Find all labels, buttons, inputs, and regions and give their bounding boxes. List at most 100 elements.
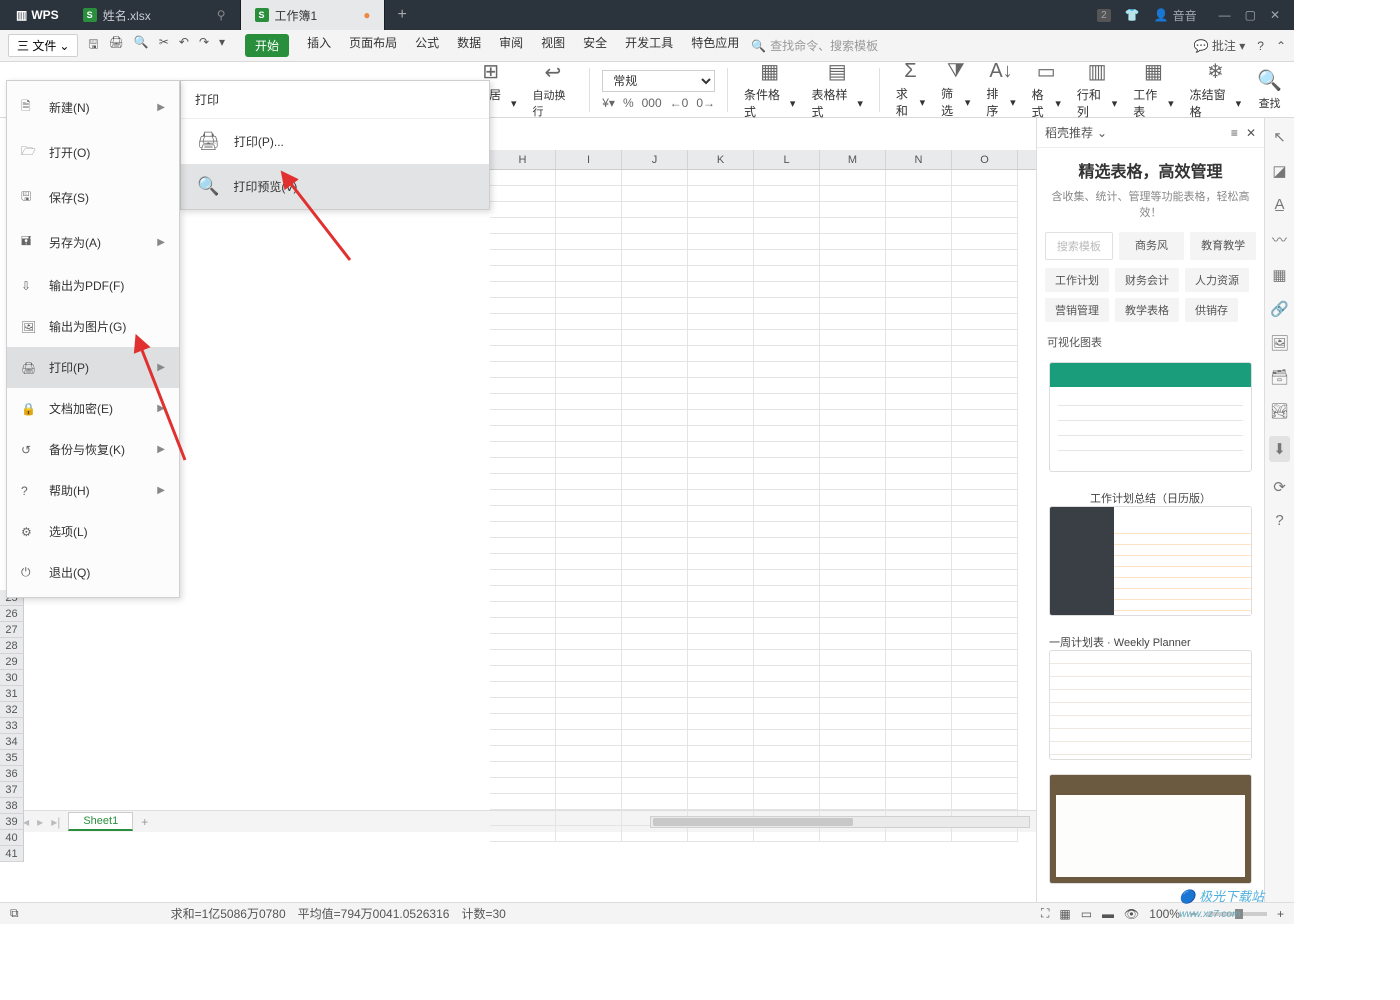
worksheet-button[interactable]: ▦工作表 ▾ xyxy=(1129,59,1177,120)
column-header[interactable]: O xyxy=(952,150,1018,169)
image-icon[interactable]: 🖼 xyxy=(1270,334,1289,352)
template-tag[interactable]: 人力资源 xyxy=(1185,268,1249,292)
font-icon[interactable]: A̲ xyxy=(1274,196,1284,213)
help-icon[interactable]: ? xyxy=(1275,512,1283,529)
horizontal-scrollbar[interactable] xyxy=(650,816,1030,828)
percent-icon[interactable]: % xyxy=(623,96,634,110)
sparkline-icon[interactable]: 〰 xyxy=(1272,229,1287,250)
shape-icon[interactable]: ◪ xyxy=(1272,162,1286,180)
inc-decimal-icon[interactable]: ←0 xyxy=(670,96,689,110)
file-menu-item[interactable]: 🗎新建(N)▶ xyxy=(7,85,179,130)
tp-tab-business[interactable]: 商务风 xyxy=(1119,232,1185,260)
row-header[interactable]: 31 xyxy=(0,686,24,702)
file-menu-item[interactable]: 🖫保存(S) xyxy=(7,175,179,220)
format-button[interactable]: ▭格式 ▾ xyxy=(1028,59,1065,120)
file-menu-item[interactable]: ?帮助(H)▶ xyxy=(7,470,179,511)
minimize-button[interactable]: — xyxy=(1219,8,1231,22)
tab-devtools[interactable]: 开发工具 xyxy=(625,34,673,57)
file-menu-item[interactable]: ↺备份与恢复(K)▶ xyxy=(7,429,179,470)
tab-data[interactable]: 数据 xyxy=(457,34,481,57)
notification-badge[interactable]: 2 xyxy=(1097,9,1111,22)
sort-button[interactable]: A↓排序 ▾ xyxy=(982,60,1019,119)
chevron-down-icon[interactable]: ⌄ xyxy=(1097,126,1107,140)
column-header[interactable]: I xyxy=(556,150,622,169)
template-tag[interactable]: 营销管理 xyxy=(1045,298,1109,322)
submenu-item[interactable]: 🖨打印(P)... xyxy=(181,119,489,164)
row-header[interactable]: 28 xyxy=(0,638,24,654)
download-icon[interactable]: ⬇ xyxy=(1269,436,1290,462)
freeze-button[interactable]: ❄冻结窗格 ▾ xyxy=(1186,59,1246,120)
redo-icon[interactable]: ↷ xyxy=(199,35,209,56)
tab-review[interactable]: 审阅 xyxy=(499,34,523,57)
sheet-nav-prev[interactable]: ◂ xyxy=(23,815,29,829)
template-thumb-1[interactable] xyxy=(1049,506,1252,616)
sheet-tab[interactable]: Sheet1 xyxy=(68,812,133,831)
row-header[interactable]: 33 xyxy=(0,718,24,734)
tab-start[interactable]: 开始 xyxy=(245,34,289,57)
table-icon[interactable]: ▦ xyxy=(1272,266,1286,284)
column-header[interactable]: M xyxy=(820,150,886,169)
add-tab-button[interactable]: + xyxy=(385,6,418,24)
zoom-in-icon[interactable]: + xyxy=(1277,907,1284,921)
zoom-slider[interactable] xyxy=(1207,912,1267,916)
cond-format-button[interactable]: ▦条件格式 ▾ xyxy=(740,59,800,120)
comment-button[interactable]: 💬 批注 ▾ xyxy=(1194,37,1246,54)
save-icon[interactable]: 🖫 xyxy=(88,35,98,56)
row-header[interactable]: 35 xyxy=(0,750,24,766)
tab-special[interactable]: 特色应用 xyxy=(691,34,739,57)
doc-tab-0[interactable]: S 姓名.xlsx ⚲ xyxy=(69,0,241,30)
add-sheet-button[interactable]: + xyxy=(141,815,148,829)
print-icon[interactable]: 🖨 xyxy=(109,35,124,56)
help-button[interactable]: ? xyxy=(1257,39,1264,53)
tab-insert[interactable]: 插入 xyxy=(307,34,331,57)
close-button[interactable]: ✕ xyxy=(1270,8,1280,22)
template-thumb-0[interactable] xyxy=(1049,362,1252,472)
rowcol-button[interactable]: ▥行和列 ▾ xyxy=(1073,59,1121,120)
file-menu-item[interactable]: ⇩输出为PDF(F) xyxy=(7,265,179,306)
column-header[interactable]: K xyxy=(688,150,754,169)
user-menu[interactable]: 👤 音音 xyxy=(1154,7,1197,24)
currency-icon[interactable]: ¥▾ xyxy=(602,96,615,110)
row-header[interactable]: 41 xyxy=(0,846,24,862)
file-menu-item[interactable]: 🗁打开(O) xyxy=(7,130,179,175)
undo-icon[interactable]: ↶ xyxy=(179,35,189,56)
tp-tab-search[interactable]: 搜索模板 xyxy=(1045,232,1113,260)
cursor-icon[interactable]: ↖ xyxy=(1273,128,1286,146)
fullscreen-icon[interactable]: ⛶ xyxy=(1041,906,1049,921)
panel-close-icon[interactable]: ✕ xyxy=(1246,126,1256,140)
eye-icon[interactable]: 👁 xyxy=(1124,907,1139,921)
wrap-text-button[interactable]: ↩自动换行 xyxy=(529,60,578,119)
column-header[interactable]: H xyxy=(490,150,556,169)
row-header[interactable]: 32 xyxy=(0,702,24,718)
row-header[interactable]: 26 xyxy=(0,606,24,622)
file-menu-item[interactable]: ⏻退出(Q) xyxy=(7,552,179,593)
collapse-ribbon-icon[interactable]: ⌃ xyxy=(1276,39,1286,53)
column-header[interactable]: N xyxy=(886,150,952,169)
zoom-out-icon[interactable]: − xyxy=(1190,907,1197,921)
grid-view-icon[interactable]: ▦ xyxy=(1059,907,1070,921)
column-header[interactable]: J xyxy=(622,150,688,169)
dropdown-icon[interactable]: ▾ xyxy=(219,35,225,56)
sheet-nav-next[interactable]: ▸ xyxy=(37,815,43,829)
preview-icon[interactable]: 🔍 xyxy=(134,35,149,56)
gallery-icon[interactable]: 🗃 xyxy=(1270,368,1289,386)
picture-icon[interactable]: 🏞 xyxy=(1270,402,1289,420)
template-tag[interactable]: 财务会计 xyxy=(1115,268,1179,292)
find-button[interactable]: 🔍查找 xyxy=(1253,68,1286,111)
file-menu-item[interactable]: 🖼输出为图片(G) xyxy=(7,306,179,347)
mode-icon[interactable]: ⧉ xyxy=(10,906,19,921)
tp-tab-education[interactable]: 教育教学 xyxy=(1190,232,1256,260)
row-header[interactable]: 38 xyxy=(0,798,24,814)
row-header[interactable]: 36 xyxy=(0,766,24,782)
sum-button[interactable]: Σ求和 ▾ xyxy=(892,60,929,119)
number-format-select[interactable]: 常规 xyxy=(602,70,715,92)
template-thumb-2[interactable] xyxy=(1049,650,1252,760)
column-header[interactable]: L xyxy=(754,150,820,169)
read-view-icon[interactable]: ▬ xyxy=(1102,907,1114,921)
row-header[interactable]: 39 xyxy=(0,814,24,830)
link-icon[interactable]: 🔗 xyxy=(1270,300,1289,318)
comma-icon[interactable]: 000 xyxy=(642,96,662,110)
sync-icon[interactable]: ⟳ xyxy=(1273,478,1286,496)
row-header[interactable]: 34 xyxy=(0,734,24,750)
row-header[interactable]: 30 xyxy=(0,670,24,686)
